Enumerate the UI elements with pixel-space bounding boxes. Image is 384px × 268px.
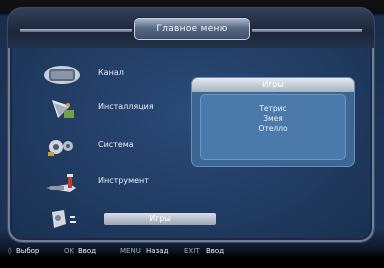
hint-key-ok: OK	[64, 247, 75, 255]
menu-item-label: Инсталляция	[98, 102, 154, 111]
gears-icon	[48, 140, 73, 156]
menu-item-label: Инструмент	[98, 176, 149, 185]
hint-key-select: ◊	[8, 247, 12, 255]
hint-label-select: Выбор	[16, 247, 40, 255]
footer-hints: ◊ Выбор OK Ввод MENU Назад EXIT Ввод	[0, 245, 384, 259]
menu-item-games[interactable]: Игры	[40, 206, 216, 232]
hint-label-menu: Назад	[146, 247, 169, 255]
gamepad-icon	[52, 210, 76, 228]
menu-item-installation[interactable]: Инсталляция	[40, 96, 200, 122]
hint-key-exit: EXIT	[184, 247, 200, 255]
submenu-item-snake[interactable]: Змея	[200, 114, 346, 123]
submenu-item-othello[interactable]: Отелло	[200, 124, 346, 133]
tools-icon	[46, 174, 76, 192]
title-plate: Главное меню	[135, 19, 249, 39]
menu-item-label: Канал	[98, 68, 124, 77]
tv-icon	[44, 66, 80, 84]
submenu-item-tetris[interactable]: Тетрис	[200, 104, 346, 113]
menu-item-tools[interactable]: Инструмент	[40, 170, 200, 196]
menu-item-label: Система	[98, 140, 134, 149]
title-divider-right	[252, 29, 362, 32]
satellite-dish-icon	[52, 100, 74, 118]
menu-item-system[interactable]: Система	[40, 134, 200, 160]
hint-key-menu: MENU	[120, 247, 141, 255]
submenu-list: Тетрис Змея Отелло	[200, 94, 346, 160]
main-menu-screen: Главное меню Канал Инсталляция Система И…	[0, 0, 384, 268]
title-divider-left	[20, 29, 132, 32]
games-submenu: Игры Тетрис Змея Отелло	[192, 78, 354, 166]
submenu-title: Игры	[262, 80, 284, 89]
menu-item-label: Игры	[149, 214, 171, 223]
page-title: Главное меню	[156, 24, 228, 34]
hint-label-exit: Ввод	[206, 247, 225, 255]
hint-label-ok: Ввод	[78, 247, 97, 255]
menu-item-channel[interactable]: Канал	[40, 62, 200, 88]
